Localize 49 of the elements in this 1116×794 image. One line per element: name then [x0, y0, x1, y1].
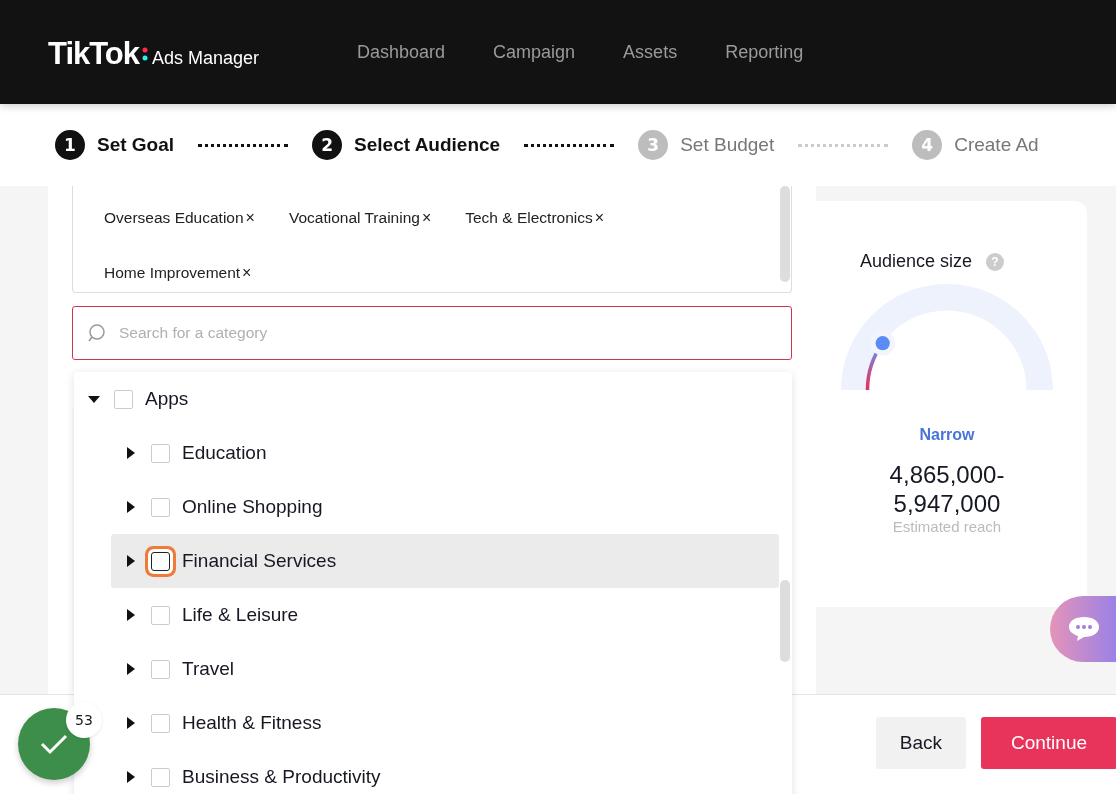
- category-item[interactable]: Education: [111, 426, 779, 480]
- selected-tag: Tech & Electronics×: [465, 204, 605, 231]
- remove-tag-button[interactable]: ×: [421, 209, 432, 226]
- caret-icon[interactable]: [125, 447, 137, 459]
- scrollbar[interactable]: [780, 186, 790, 282]
- selected-tag: Home Improvement×: [104, 259, 252, 286]
- step-label: Select Audience: [354, 134, 501, 156]
- continue-button[interactable]: Continue: [981, 717, 1116, 769]
- step-number: 3: [638, 130, 669, 160]
- caret-icon[interactable]: [125, 555, 137, 567]
- audience-rating: Narrow: [919, 426, 975, 444]
- logo[interactable]: TikTok Ads Manager: [48, 32, 308, 72]
- caret-icon[interactable]: [125, 609, 137, 621]
- step-label: Create Ad: [954, 134, 1039, 156]
- category-item[interactable]: Health & Fitness: [111, 696, 779, 750]
- selected-tag: Overseas Education×: [104, 204, 255, 231]
- nav-link[interactable]: Assets: [623, 41, 678, 63]
- category-item[interactable]: Business & Productivity: [111, 750, 779, 794]
- nav-link[interactable]: Dashboard: [357, 41, 446, 63]
- step-number: 2: [312, 130, 343, 160]
- remove-tag-button[interactable]: ×: [594, 209, 605, 226]
- scrollbar[interactable]: [780, 580, 790, 662]
- step-label: Set Goal: [97, 134, 175, 156]
- reach-caption: Estimated reach: [892, 518, 1002, 535]
- category-item[interactable]: Life & Leisure: [111, 588, 779, 642]
- selected-tag: Vocational Training×: [288, 204, 432, 231]
- step-number: 1: [55, 130, 85, 160]
- category-item[interactable]: Financial Services: [111, 534, 779, 588]
- check-icon: [39, 733, 69, 755]
- category-item[interactable]: Online Shopping: [111, 480, 779, 534]
- step-number: 4: [912, 130, 943, 160]
- remove-tag-button[interactable]: ×: [242, 264, 252, 281]
- category-item[interactable]: Apps: [74, 372, 779, 426]
- step-label: Set Budget: [680, 134, 775, 156]
- nav-link[interactable]: Campaign: [493, 41, 576, 63]
- category-item[interactable]: Travel: [111, 642, 779, 696]
- caret-icon[interactable]: [125, 771, 137, 783]
- search-icon: [88, 323, 108, 344]
- remove-tag-button[interactable]: ×: [245, 209, 255, 226]
- reach-range: 4,865,000- 5,947,000: [889, 460, 1005, 518]
- caret-icon[interactable]: [125, 501, 137, 513]
- chat-button[interactable]: [1050, 596, 1116, 662]
- chat-icon: [1068, 616, 1100, 642]
- back-button[interactable]: Back: [875, 717, 966, 769]
- caret-icon[interactable]: [125, 717, 137, 729]
- caret-icon[interactable]: [125, 663, 137, 675]
- search-field[interactable]: Search for a category: [72, 306, 792, 361]
- nav-link[interactable]: Reporting: [725, 41, 804, 63]
- audience-title: Audience size: [859, 251, 973, 272]
